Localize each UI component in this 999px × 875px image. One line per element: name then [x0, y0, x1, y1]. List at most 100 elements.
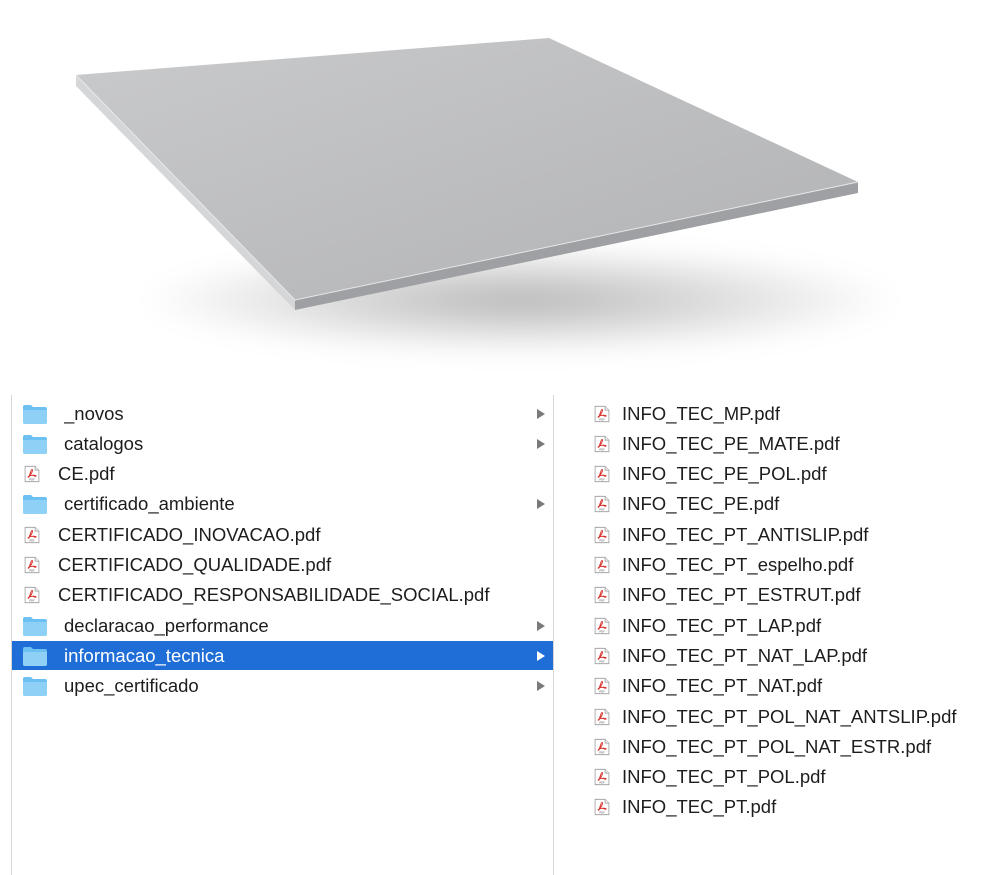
svg-text:PDF: PDF — [599, 447, 605, 451]
pdf-file-icon: PDF — [594, 587, 610, 604]
file-item[interactable]: PDF CERTIFICADO_RESPONSABILIDADE_SOCIAL.p… — [12, 581, 553, 610]
file-item[interactable]: PDF INFO_TEC_PT_ESTRUT.pdf — [592, 581, 997, 610]
file-item[interactable]: PDF CERTIFICADO_INOVACAO.pdf — [12, 520, 553, 549]
pdf-file-icon: PDF — [594, 678, 610, 695]
item-label: INFO_TEC_PT_NAT.pdf — [622, 675, 823, 697]
tile-product-image — [75, 38, 900, 355]
disclosure-arrow-icon[interactable] — [535, 497, 547, 511]
file-item[interactable]: PDF INFO_TEC_PT_ANTISLIP.pdf — [592, 520, 997, 549]
pdf-file-icon: PDF — [24, 466, 40, 483]
item-label: INFO_TEC_PT.pdf — [622, 796, 777, 818]
svg-text:PDF: PDF — [29, 569, 35, 573]
item-label: CE.pdf — [58, 463, 115, 485]
folder-item[interactable]: _novos — [12, 399, 553, 428]
item-label: INFO_TEC_PT_ANTISLIP.pdf — [622, 523, 869, 545]
disclosure-arrow-icon[interactable] — [535, 407, 547, 421]
item-label: informacao_tecnica — [64, 644, 225, 666]
file-item[interactable]: PDF CE.pdf — [12, 460, 553, 489]
folder-icon — [23, 646, 47, 666]
pdf-file-icon: PDF — [594, 466, 610, 483]
folder-item[interactable]: declaracao_performance — [12, 611, 553, 640]
file-item[interactable]: PDF INFO_TEC_MP.pdf — [592, 399, 997, 428]
item-label: INFO_TEC_PE_POL.pdf — [622, 463, 827, 485]
file-item[interactable]: PDF INFO_TEC_PT_LAP.pdf — [592, 611, 997, 640]
pdf-file-icon: PDF — [594, 405, 610, 422]
item-label: INFO_TEC_PE_MATE.pdf — [622, 432, 840, 454]
svg-text:PDF: PDF — [29, 599, 35, 603]
item-label: declaracao_performance — [64, 614, 269, 636]
item-label: INFO_TEC_MP.pdf — [622, 402, 780, 424]
file-item[interactable]: PDF INFO_TEC_PT_POL_NAT_ANTSLIP.pdf — [592, 702, 997, 731]
disclosure-arrow-icon[interactable] — [535, 619, 547, 633]
file-item[interactable]: PDF INFO_TEC_PT_NAT_LAP.pdf — [592, 641, 997, 670]
item-label: INFO_TEC_PE.pdf — [622, 493, 780, 515]
item-label: INFO_TEC_PT_POL_NAT_ANTSLIP.pdf — [622, 705, 957, 727]
svg-text:PDF: PDF — [599, 720, 605, 724]
file-item[interactable]: PDF INFO_TEC_PT_POL_NAT_ESTR.pdf — [592, 732, 997, 761]
disclosure-arrow-icon[interactable] — [535, 649, 547, 663]
pdf-file-icon: PDF — [594, 708, 610, 725]
column-divider[interactable] — [553, 395, 554, 875]
svg-text:PDF: PDF — [599, 750, 605, 754]
svg-text:PDF: PDF — [599, 660, 605, 664]
svg-text:PDF: PDF — [599, 781, 605, 785]
item-label: INFO_TEC_PT_NAT_LAP.pdf — [622, 644, 868, 666]
pdf-file-icon: PDF — [594, 526, 610, 543]
pdf-file-icon: PDF — [594, 556, 610, 574]
folder-item[interactable]: upec_certificado — [12, 672, 553, 701]
svg-text:PDF: PDF — [599, 599, 605, 603]
pdf-file-icon: PDF — [594, 769, 610, 786]
pdf-file-icon: PDF — [594, 496, 610, 513]
folder-item[interactable]: catalogos — [12, 429, 553, 458]
file-item[interactable]: PDF INFO_TEC_PT_POL.pdf — [592, 763, 997, 792]
folder-icon — [23, 404, 47, 424]
pdf-file-icon: PDF — [24, 587, 40, 604]
pdf-file-icon: PDF — [594, 738, 610, 755]
svg-text:PDF: PDF — [599, 811, 605, 815]
item-label: CERTIFICADO_QUALIDADE.pdf — [58, 554, 332, 575]
svg-text:PDF: PDF — [599, 629, 605, 633]
item-label: CERTIFICADO_INOVACAO.pdf — [58, 523, 321, 545]
finder-column-informacao-tecnica: PDF INFO_TEC_MP.pdf PDF INFO_TEC_PE_MATE.pd… — [568, 395, 999, 875]
item-label: INFO_TEC_PT_ESTRUT.pdf — [622, 584, 861, 606]
disclosure-arrow-icon[interactable] — [535, 437, 547, 451]
svg-text:PDF: PDF — [29, 478, 35, 482]
item-label: INFO_TEC_PT_LAP.pdf — [622, 614, 822, 636]
file-item[interactable]: PDF INFO_TEC_PT_NAT.pdf — [592, 672, 997, 701]
folder-icon — [23, 677, 47, 697]
svg-text:PDF: PDF — [599, 538, 605, 542]
item-label: INFO_TEC_PT_POL_NAT_ESTR.pdf — [622, 735, 932, 757]
item-label: CERTIFICADO_RESPONSABILIDADE_SOCIAL.pdf — [58, 584, 490, 606]
item-label: catalogos — [64, 432, 144, 454]
item-label: _novos — [64, 402, 124, 424]
disclosure-arrow-icon[interactable] — [535, 679, 547, 693]
pdf-file-icon: PDF — [594, 617, 610, 634]
pdf-file-icon: PDF — [594, 647, 610, 664]
folder-icon — [23, 434, 47, 454]
svg-text:PDF: PDF — [599, 478, 605, 482]
item-label: certificado_ambiente — [64, 493, 235, 515]
svg-text:PDF: PDF — [599, 569, 605, 573]
pdf-file-icon: PDF — [594, 799, 610, 816]
finder-column-parent: _novos catalogos PDF CE.pdf certificado_ambi… — [0, 395, 553, 875]
pdf-file-icon: PDF — [24, 526, 40, 543]
item-label: INFO_TEC_PT_espelho.pdf — [622, 554, 854, 575]
file-item[interactable]: PDF CERTIFICADO_QUALIDADE.pdf — [12, 551, 553, 580]
folder-icon — [23, 616, 47, 636]
pdf-file-icon: PDF — [24, 556, 40, 574]
item-label: upec_certificado — [64, 675, 199, 697]
file-item[interactable]: PDF INFO_TEC_PE.pdf — [592, 490, 997, 519]
file-item[interactable]: PDF INFO_TEC_PT.pdf — [592, 793, 997, 822]
file-item[interactable]: PDF INFO_TEC_PE_MATE.pdf — [592, 429, 997, 458]
svg-text:PDF: PDF — [599, 417, 605, 421]
file-item[interactable]: PDF INFO_TEC_PT_espelho.pdf — [592, 551, 997, 580]
folder-item[interactable]: informacao_tecnica — [12, 641, 553, 671]
item-label: INFO_TEC_PT_POL.pdf — [622, 766, 826, 788]
pdf-file-icon: PDF — [594, 435, 610, 452]
folder-item[interactable]: certificado_ambiente — [12, 490, 553, 519]
svg-text:PDF: PDF — [599, 690, 605, 694]
svg-text:PDF: PDF — [599, 508, 605, 512]
svg-text:PDF: PDF — [29, 538, 35, 542]
folder-icon — [23, 495, 47, 515]
file-item[interactable]: PDF INFO_TEC_PE_POL.pdf — [592, 460, 997, 489]
